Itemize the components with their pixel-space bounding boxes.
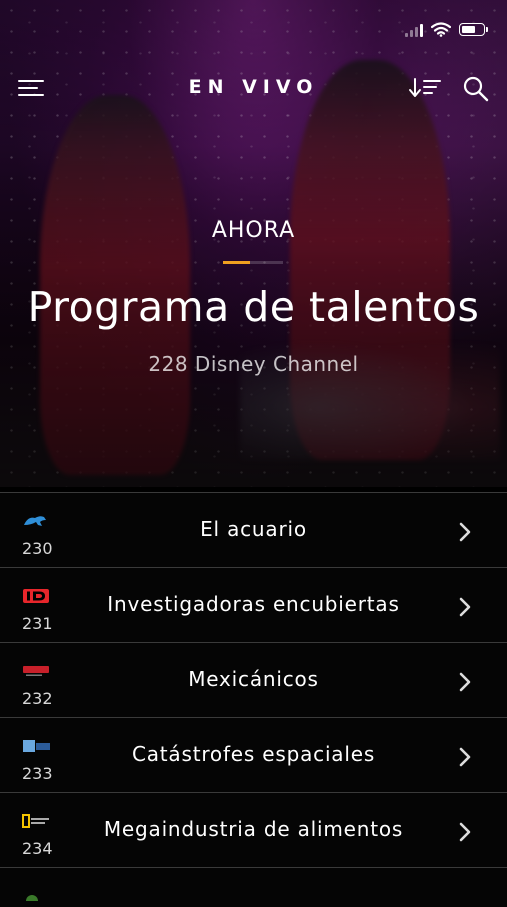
program-title: Megaindustria de alimentos [103,817,404,841]
progress-fill [223,261,250,264]
national-geographic-logo-icon [22,813,52,829]
id-logo-icon [22,588,52,604]
status-bar [405,22,488,37]
program-progress-bar [223,261,283,264]
discovery-turbo-logo-icon [22,663,52,679]
search-icon[interactable] [462,75,490,103]
channel-row[interactable]: 231 Investigadoras encubiertas [0,567,507,642]
channel-row[interactable]: 233 Catástrofes espaciales [0,717,507,792]
chevron-right-icon [459,597,471,617]
channel-number: 234 [22,839,53,858]
channel-logo-icon [22,888,52,904]
discovery-science-logo-icon [22,738,52,754]
battery-icon [459,23,488,36]
program-title: El acuario [200,517,307,541]
cellular-signal-icon [405,23,423,37]
channel-number: 230 [22,539,53,558]
channel-row[interactable]: 232 Mexicánicos [0,642,507,717]
channel-number: 231 [22,614,53,633]
program-title: Catástrofes espaciales [131,742,376,766]
animal-planet-logo-icon [22,513,52,529]
program-title: Mexicánicos [188,667,319,691]
channel-row[interactable]: 230 El acuario [0,492,507,567]
now-playing-channel: 228 Disney Channel [148,352,359,376]
channel-number: 232 [22,689,53,708]
wifi-icon [431,22,451,37]
channel-row[interactable]: 234 Megaindustria de alimentos [0,792,507,867]
channel-list: 230 El acuario 231 Investigadoras encubi… [0,492,507,907]
chevron-right-icon [459,672,471,692]
chevron-right-icon [459,747,471,767]
now-playing-title[interactable]: Programa de talentos [0,283,507,331]
channel-number: 233 [22,764,53,783]
top-bar: EN VIVO [0,70,507,106]
chevron-right-icon [459,522,471,542]
channel-row-partial[interactable] [0,867,507,907]
sort-icon[interactable] [408,76,442,100]
now-label: AHORA [211,218,296,243]
chevron-right-icon [459,822,471,842]
program-title: Investigadoras encubiertas [107,592,400,616]
